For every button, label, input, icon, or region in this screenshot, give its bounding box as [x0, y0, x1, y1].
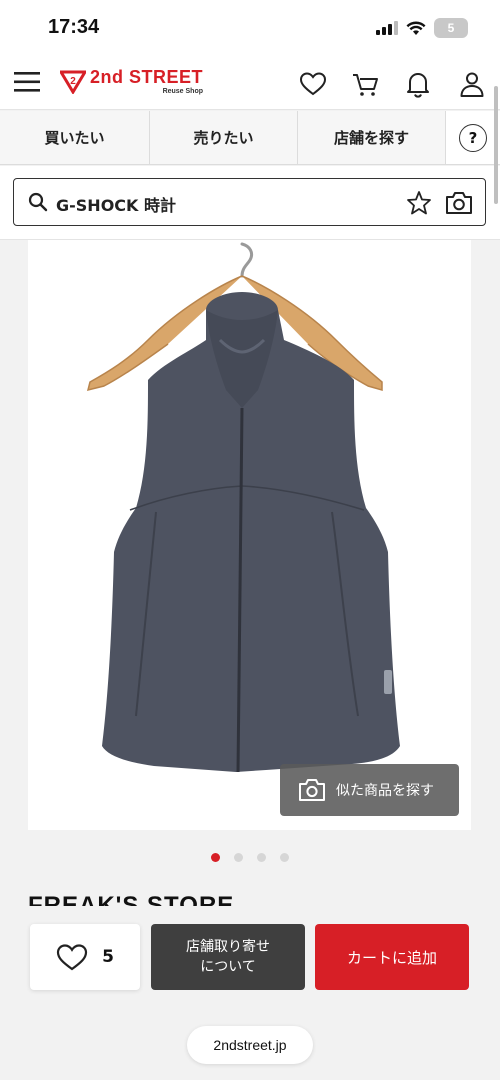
logo-badge-icon: 2 [60, 70, 86, 94]
status-time: 17:34 [48, 16, 100, 38]
add-to-cart-label: カートに追加 [346, 948, 437, 967]
store-order-label-line1: 店舗取り寄せ [186, 939, 270, 955]
battery-indicator: 5 [434, 18, 468, 38]
search-section: G-SHOCK 時計 [0, 166, 500, 240]
logo-badge-number: 2 [70, 76, 76, 87]
store-order-button[interactable]: 店舗取り寄せ について [151, 924, 305, 990]
camera-icon [299, 779, 325, 801]
site-header: 2 2nd STREET Reuse Shop [0, 56, 500, 110]
logo-subtext: Reuse Shop [162, 88, 204, 95]
scrollbar[interactable] [494, 86, 498, 204]
main-nav: 買いたい 売りたい 店舗を探す ? [0, 111, 500, 165]
browser-url-bar[interactable]: 2ndstreet.jp [187, 1026, 313, 1064]
camera-icon[interactable] [445, 190, 473, 216]
heart-icon[interactable] [299, 70, 327, 98]
site-logo[interactable]: 2 2nd STREET Reuse Shop [60, 68, 203, 95]
cart-icon[interactable] [351, 70, 379, 98]
search-icon [28, 192, 48, 212]
url-text: 2ndstreet.jp [213, 1037, 287, 1053]
help-label: ? [468, 128, 478, 147]
help-tab[interactable]: ? [446, 111, 500, 164]
gallery-dot[interactable] [211, 853, 220, 862]
battery-level: 5 [447, 21, 455, 35]
product-image[interactable]: 似た商品を探す [28, 240, 471, 830]
tab-sell-label: 売りたい [193, 129, 254, 147]
star-icon[interactable] [406, 190, 432, 216]
help-icon: ? [459, 123, 487, 152]
similar-items-label: 似た商品を探す [336, 783, 434, 799]
gallery-pagination [0, 853, 500, 863]
search-query: G-SHOCK 時計 [56, 196, 177, 215]
wifi-icon [406, 20, 426, 35]
favorite-button[interactable]: 5 [30, 924, 140, 990]
favorite-count: 5 [102, 947, 114, 967]
tab-find-store-label: 店舗を探す [333, 129, 409, 147]
vest-illustration [86, 242, 400, 773]
tab-find-store[interactable]: 店舗を探す [298, 111, 446, 164]
tab-sell[interactable]: 売りたい [150, 111, 298, 164]
action-bar: 5 店舗取り寄せ について カートに追加 [0, 906, 500, 1010]
signal-icon [376, 21, 398, 35]
status-icons: 5 [376, 18, 468, 38]
logo-text: 2nd STREET [90, 67, 204, 87]
menu-icon[interactable] [14, 70, 40, 94]
user-icon[interactable] [458, 70, 486, 98]
similar-items-button[interactable]: 似た商品を探す [280, 764, 459, 816]
search-input[interactable]: G-SHOCK 時計 [13, 178, 486, 226]
add-to-cart-button[interactable]: カートに追加 [315, 924, 469, 990]
store-order-label-line2: について [200, 959, 256, 975]
tab-buy-label: 買いたい [44, 129, 105, 147]
status-bar: 17:34 5 [0, 0, 500, 56]
heart-icon [56, 944, 88, 971]
product-brand: FREAK'S STORE [28, 892, 235, 906]
tab-buy[interactable]: 買いたい [0, 111, 150, 164]
gallery-dot[interactable] [280, 853, 289, 862]
gallery-dot[interactable] [257, 853, 266, 862]
bell-icon[interactable] [404, 70, 432, 98]
gallery-dot[interactable] [234, 853, 243, 862]
